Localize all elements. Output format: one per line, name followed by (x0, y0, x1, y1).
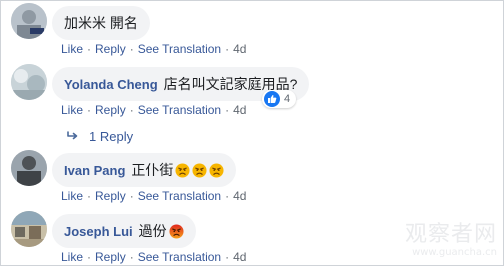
comment-text-content: 過份 (138, 223, 167, 239)
separator: · (129, 103, 134, 117)
separator: · (225, 103, 230, 117)
replies-count-label: 1 Reply (89, 129, 134, 144)
reaction-count: 4 (284, 93, 291, 105)
angry-face-emoji (209, 162, 224, 178)
separator: · (129, 42, 134, 56)
watermark-title: 观察者网 (404, 222, 497, 247)
avatar[interactable] (11, 64, 47, 100)
reply-link[interactable]: Reply (95, 42, 126, 56)
separator: · (225, 250, 230, 264)
comment-2: Yolanda Cheng 店名叫文記家庭用品? 4 Like · Reply … (11, 64, 491, 120)
see-translation-link[interactable]: See Translation (138, 189, 221, 203)
reply-link[interactable]: Reply (95, 250, 126, 264)
author-name[interactable]: Yolanda Cheng (64, 77, 158, 92)
angry-face-emoji (175, 162, 190, 178)
comment-actions: Like · Reply · See Translation · 4d (61, 42, 246, 56)
comment-text: 正仆街 (131, 160, 224, 180)
like-link[interactable]: Like (61, 42, 83, 56)
comment-bubble: Ivan Pang 正仆街 (52, 153, 237, 187)
timestamp-link[interactable]: 4d (233, 42, 246, 56)
separator: · (87, 250, 92, 264)
timestamp-link[interactable]: 4d (233, 103, 246, 117)
separator: · (129, 250, 134, 264)
reaction-count-badge[interactable]: 4 (262, 90, 297, 108)
comment-bubble: 加米米 開名 (52, 6, 150, 40)
like-link[interactable]: Like (61, 189, 83, 203)
view-replies-link[interactable]: 1 Reply (67, 129, 133, 144)
separator: · (87, 42, 92, 56)
avatar[interactable] (11, 211, 47, 247)
author-name[interactable]: Ivan Pang (64, 163, 125, 178)
comment-3: Ivan Pang 正仆街 Like · Reply · See Transla… (11, 150, 491, 206)
separator: · (87, 189, 92, 203)
like-link[interactable]: Like (61, 250, 83, 264)
separator: · (225, 189, 230, 203)
angry-red-face-emoji (169, 223, 184, 239)
watermark-url: www.guancha.cn (412, 247, 497, 258)
see-translation-link[interactable]: See Translation (138, 250, 221, 264)
separator: · (87, 103, 92, 117)
avatar[interactable] (11, 150, 47, 186)
separator: · (225, 42, 230, 56)
comment-text-content: 正仆街 (131, 162, 174, 178)
like-link[interactable]: Like (61, 103, 83, 117)
reply-link[interactable]: Reply (95, 103, 126, 117)
timestamp-link[interactable]: 4d (233, 189, 246, 203)
comment-text: 過份 (139, 221, 184, 241)
watermark: 观察者网 www.guancha.cn (405, 223, 497, 259)
comment-actions: Like · Reply · See Translation · 4d (61, 103, 246, 117)
angry-face-emoji (192, 162, 207, 178)
thumbs-up-icon (264, 91, 280, 107)
comment-1: 加米米 開名 Like · Reply · See Translation · … (11, 3, 491, 59)
author-name[interactable]: Joseph Lui (64, 224, 133, 239)
avatar[interactable] (11, 3, 47, 39)
comment-bubble: Joseph Lui 過份 (52, 214, 196, 248)
see-translation-link[interactable]: See Translation (138, 42, 221, 56)
see-translation-link[interactable]: See Translation (138, 103, 221, 117)
comment-actions: Like · Reply · See Translation · 4d (61, 189, 246, 203)
separator: · (129, 189, 134, 203)
timestamp-link[interactable]: 4d (233, 250, 246, 264)
reply-link[interactable]: Reply (95, 189, 126, 203)
reply-arrow-icon (67, 129, 79, 144)
comment-actions: Like · Reply · See Translation · 4d (61, 250, 246, 264)
comment-text: 加米米 開名 (64, 15, 138, 31)
